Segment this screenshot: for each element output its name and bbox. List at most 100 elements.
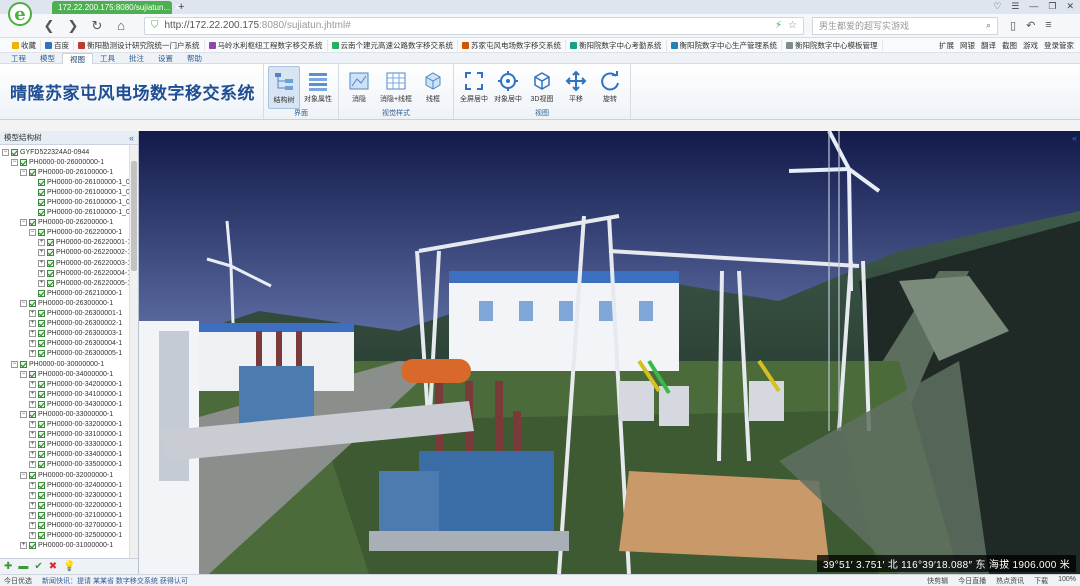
collapse-node-icon[interactable]: −	[20, 168, 27, 176]
collapse-node-icon[interactable]: −	[20, 471, 27, 479]
tree-node-checkbox[interactable]	[38, 330, 45, 338]
tree-node-checkbox[interactable]	[29, 219, 36, 227]
bookmark-item[interactable]: 收藏	[8, 39, 41, 51]
tree-node-checkbox[interactable]	[38, 532, 45, 540]
add-icon[interactable]: ✚	[4, 561, 12, 572]
tree-node-checkbox[interactable]	[38, 421, 45, 429]
expand-node-icon[interactable]: +	[29, 380, 36, 388]
tree-node[interactable]: + PH0000-00-26220004-1	[0, 268, 138, 278]
minimize-icon[interactable]: —	[1029, 1, 1038, 12]
collapse-node-icon[interactable]: −	[11, 360, 18, 368]
tree-node-checkbox[interactable]	[29, 471, 36, 479]
menu-tab[interactable]: 帮助	[180, 53, 209, 64]
collapse-node-icon[interactable]: −	[11, 158, 18, 166]
expand-node-icon[interactable]: +	[29, 491, 36, 499]
tree-node-checkbox[interactable]	[47, 239, 54, 247]
bookmark-item[interactable]: 苏家屯风电场数字移交系统	[458, 39, 566, 51]
search-input[interactable]: 男生都爱的超写实游戏 ⌕	[812, 16, 998, 35]
tree-node[interactable]: PH0000-00-26100000-1_00	[0, 208, 138, 218]
tree-node[interactable]: − PH0000-00-34000000-1	[0, 369, 138, 379]
bookmark-item[interactable]: 衡阳院数字中心生产管理系统	[667, 39, 782, 51]
tree-node[interactable]: − PH0000-00-26100000-1	[0, 167, 138, 177]
tree-node[interactable]: + PH0000-00-26300001-1	[0, 309, 138, 319]
hidden-line-wireframe-button[interactable]: 消隐+线框	[377, 66, 415, 109]
expand-node-icon[interactable]: +	[38, 239, 45, 247]
menu-tab[interactable]: 工具	[93, 53, 122, 64]
status-tool-item[interactable]: 快剪辑	[927, 576, 948, 586]
forward-icon[interactable]: ❯	[66, 18, 80, 34]
expand-node-icon[interactable]: +	[29, 532, 36, 540]
menu-tab[interactable]: 模型	[33, 53, 62, 64]
tree-node[interactable]: PH0000-00-26100000-1_00	[0, 177, 138, 187]
pan-button[interactable]: 平移	[560, 66, 592, 109]
tree-node-checkbox[interactable]	[38, 522, 45, 530]
status-tool-item[interactable]: 100%	[1058, 576, 1076, 586]
close-window-icon[interactable]: ✕	[1066, 1, 1074, 12]
menu-tab[interactable]: 视图	[62, 52, 93, 64]
expand-node-icon[interactable]: +	[38, 269, 45, 277]
tree-node-checkbox[interactable]	[38, 380, 45, 388]
bookmark-item[interactable]: 衡阳院数字中心模板管理	[782, 39, 883, 51]
browser-tab-active[interactable]: 172.22.200.175:8080/sujiatun... ✕	[52, 1, 181, 14]
status-today-picks[interactable]: 今日优选	[4, 576, 32, 586]
expand-node-icon[interactable]: +	[38, 259, 45, 267]
expand-node-icon[interactable]: +	[29, 310, 36, 318]
expand-node-icon[interactable]: +	[29, 431, 36, 439]
tree-node-checkbox[interactable]	[38, 340, 45, 348]
browser-tool-item[interactable]: 截图	[1002, 40, 1017, 51]
bookmark-item[interactable]: 云南个建元高速公路数字移交系统	[328, 39, 458, 51]
tree-node[interactable]: + PH0000-00-32300000-1	[0, 490, 138, 500]
tree-node-checkbox[interactable]	[29, 410, 36, 418]
tree-node[interactable]: + PH0000-00-26220002-1	[0, 248, 138, 258]
tree-node-checkbox[interactable]	[38, 178, 45, 186]
skin-icon[interactable]: ♡	[993, 1, 1001, 12]
expand-node-icon[interactable]: +	[29, 340, 36, 348]
restore-icon[interactable]: ❐	[1048, 1, 1056, 12]
rotate-button[interactable]: 旋转	[594, 66, 626, 109]
status-tool-item[interactable]: 热点资讯	[996, 576, 1024, 586]
tree-node-checkbox[interactable]	[20, 158, 27, 166]
tree-node-checkbox[interactable]	[38, 451, 45, 459]
menu-tab[interactable]: 设置	[151, 53, 180, 64]
object-center-button[interactable]: 对象居中	[492, 66, 524, 109]
tree-node-checkbox[interactable]	[11, 148, 18, 156]
tree-node[interactable]: + PH0000-00-26220001-1	[0, 238, 138, 248]
expand-node-icon[interactable]: +	[29, 511, 36, 519]
tree-node[interactable]: + PH0000-00-26300003-1	[0, 329, 138, 339]
tree-node[interactable]: + PH0000-00-26220005-1	[0, 278, 138, 288]
menu-tab[interactable]: 批注	[122, 53, 151, 64]
object-properties-button[interactable]: 对象属性	[302, 66, 334, 109]
status-news-ticker[interactable]: 新闻快讯：提请 某某省 数字移交系统 获得认可	[42, 576, 188, 586]
phone-icon[interactable]: ▯	[1010, 19, 1016, 32]
tree-node-checkbox[interactable]	[38, 320, 45, 328]
tree-node-checkbox[interactable]	[38, 229, 45, 237]
tree-node[interactable]: PH0000-00-26100000-1_00	[0, 187, 138, 197]
tree-node-checkbox[interactable]	[38, 431, 45, 439]
expand-node-icon[interactable]: +	[29, 461, 36, 469]
right-panel-collapse-icon[interactable]: «	[1072, 133, 1077, 143]
expand-node-icon[interactable]: +	[29, 501, 36, 509]
tree-node[interactable]: + PH0000-00-26300005-1	[0, 349, 138, 359]
menu-tab[interactable]: 工程	[4, 53, 33, 64]
tree-node-checkbox[interactable]	[29, 370, 36, 378]
compat-mode-icon[interactable]: ⚡	[775, 20, 782, 31]
search-icon[interactable]: ⌕	[986, 20, 991, 31]
browser-tool-item[interactable]: 网银	[960, 40, 975, 51]
collapse-node-icon[interactable]: −	[29, 229, 36, 237]
bookmark-item[interactable]: 衡阳院数字中心考勤系统	[566, 39, 667, 51]
fullscreen-center-button[interactable]: 全屏居中	[458, 66, 490, 109]
tree-node-checkbox[interactable]	[38, 441, 45, 449]
tree-node-checkbox[interactable]	[38, 461, 45, 469]
bookmark-item[interactable]: 衡阳勘测设计研究院统一门户系统	[74, 39, 205, 51]
browser-tool-item[interactable]: 登录管家	[1044, 40, 1074, 51]
collapse-node-icon[interactable]: −	[20, 219, 27, 227]
tree-node-checkbox[interactable]	[47, 279, 54, 287]
collapse-node-icon[interactable]: −	[20, 299, 27, 307]
tree-scrollbar-thumb[interactable]	[131, 161, 137, 271]
tree-node[interactable]: + PH0000-00-32400000-1	[0, 480, 138, 490]
reload-icon[interactable]: ↻	[90, 18, 104, 34]
tree-node[interactable]: + PH0000-00-32700000-1	[0, 520, 138, 530]
status-tool-item[interactable]: 今日直播	[958, 576, 986, 586]
expand-node-icon[interactable]: +	[29, 481, 36, 489]
confirm-icon[interactable]: ✔	[34, 561, 42, 572]
